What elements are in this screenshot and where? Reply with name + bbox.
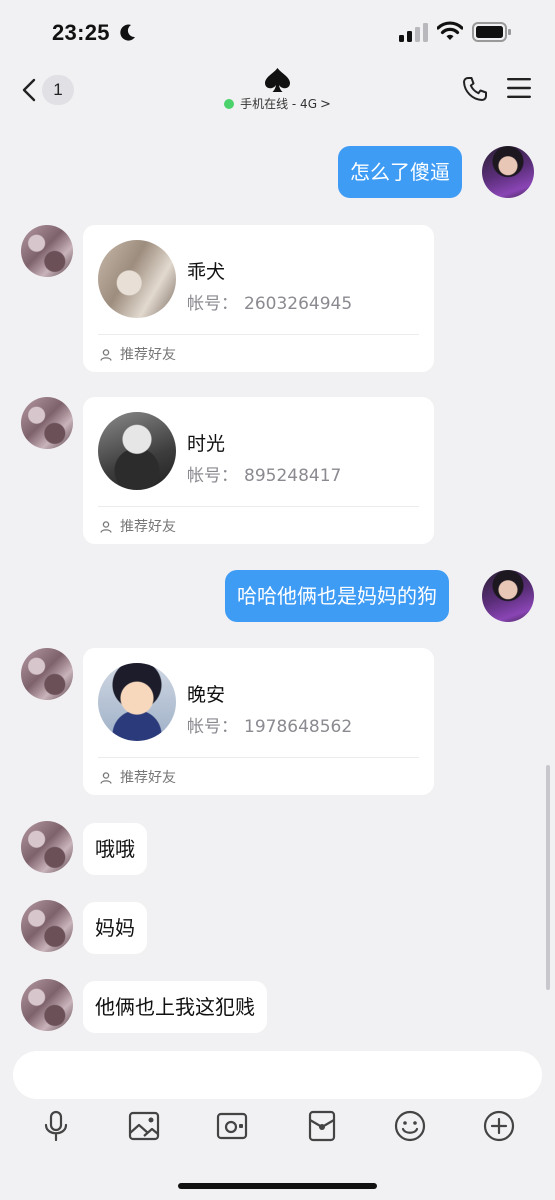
contact-card-footer: 推荐好友: [100, 516, 176, 536]
account-number: 2603264945: [244, 294, 353, 314]
message-bubble-sent[interactable]: 哈哈他俩也是妈妈的狗: [225, 570, 449, 622]
message-bubble-sent[interactable]: 怎么了傻逼: [338, 146, 462, 198]
account-label: 帐号：: [187, 717, 238, 737]
online-status-text: 手机在线 - 4G: [240, 97, 317, 111]
account-label: 帐号：: [187, 466, 238, 486]
message-bubble-received[interactable]: 哦哦: [83, 823, 147, 875]
divider: [98, 506, 419, 507]
account-label: 帐号：: [187, 294, 238, 314]
emoji-icon: [394, 1110, 426, 1142]
account-number: 1978648562: [244, 717, 353, 737]
home-indicator[interactable]: [178, 1183, 377, 1189]
microphone-icon: [44, 1110, 68, 1142]
contact-card-avatar: [98, 412, 176, 490]
online-dot: [224, 99, 235, 109]
voice-button[interactable]: [38, 1108, 74, 1144]
contact-card-avatar: [98, 240, 176, 318]
contact-card-name: 晚安: [187, 684, 226, 706]
cellular-signal-icon: [399, 23, 429, 46]
status-bar: 23:25: [0, 0, 555, 62]
account-number: 895248417: [244, 466, 342, 486]
divider: [98, 757, 419, 758]
phone-call-button[interactable]: [462, 76, 488, 106]
more-button[interactable]: [481, 1108, 517, 1144]
red-packet-icon: [308, 1110, 336, 1142]
contact-card[interactable]: 时光 帐号： 895248417 推荐好友: [83, 397, 434, 544]
avatar[interactable]: [21, 900, 73, 952]
divider: [98, 334, 419, 335]
avatar[interactable]: [21, 979, 73, 1031]
emoji-button[interactable]: [392, 1108, 428, 1144]
scrollbar[interactable]: [546, 765, 550, 990]
avatar[interactable]: [482, 570, 534, 622]
wifi-icon: [436, 21, 464, 45]
recommend-friend-label: 推荐好友: [120, 770, 176, 786]
avatar[interactable]: [482, 146, 534, 198]
contact-card[interactable]: 晚安 帐号： 1978648562 推荐好友: [83, 648, 434, 795]
red-packet-button[interactable]: [304, 1108, 340, 1144]
avatar[interactable]: [21, 225, 73, 277]
person-icon: [100, 349, 112, 361]
status-time: 23:25: [52, 20, 110, 45]
input-area: [0, 1040, 555, 1200]
contact-card-footer: 推荐好友: [100, 767, 176, 787]
avatar[interactable]: [21, 648, 73, 700]
recommend-friend-label: 推荐好友: [120, 519, 176, 535]
contact-card-footer: 推荐好友: [100, 344, 176, 364]
recommend-friend-label: 推荐好友: [120, 347, 176, 363]
message-bubble-received[interactable]: 他俩也上我这犯贱: [83, 981, 267, 1033]
avatar[interactable]: [21, 821, 73, 873]
image-button[interactable]: [126, 1108, 162, 1144]
message-input[interactable]: [13, 1051, 542, 1099]
contact-card-avatar: [98, 663, 176, 741]
phone-icon: [463, 77, 487, 101]
avatar[interactable]: [21, 397, 73, 449]
menu-button[interactable]: [507, 77, 531, 103]
contact-card-account: 帐号： 895248417: [187, 461, 341, 486]
hamburger-menu-icon: [507, 78, 531, 98]
person-icon: [100, 521, 112, 533]
contact-card-account: 帐号： 1978648562: [187, 712, 352, 737]
person-icon: [100, 772, 112, 784]
chat-header: 1 手机在线 - 4G >: [0, 62, 555, 118]
camera-button[interactable]: [214, 1108, 250, 1144]
plus-icon: [483, 1110, 515, 1142]
chevron-right-icon: >: [320, 97, 331, 112]
battery-icon: [472, 22, 512, 46]
moon-icon: [120, 24, 136, 46]
contact-card-name: 乖犬: [187, 261, 226, 283]
message-bubble-received[interactable]: 妈妈: [83, 902, 147, 954]
camera-icon: [216, 1112, 248, 1140]
spade-icon: [264, 67, 291, 97]
image-icon: [128, 1111, 160, 1141]
contact-card-account: 帐号： 2603264945: [187, 289, 352, 314]
contact-card-name: 时光: [187, 433, 226, 455]
contact-card[interactable]: 乖犬 帐号： 2603264945 推荐好友: [83, 225, 434, 372]
